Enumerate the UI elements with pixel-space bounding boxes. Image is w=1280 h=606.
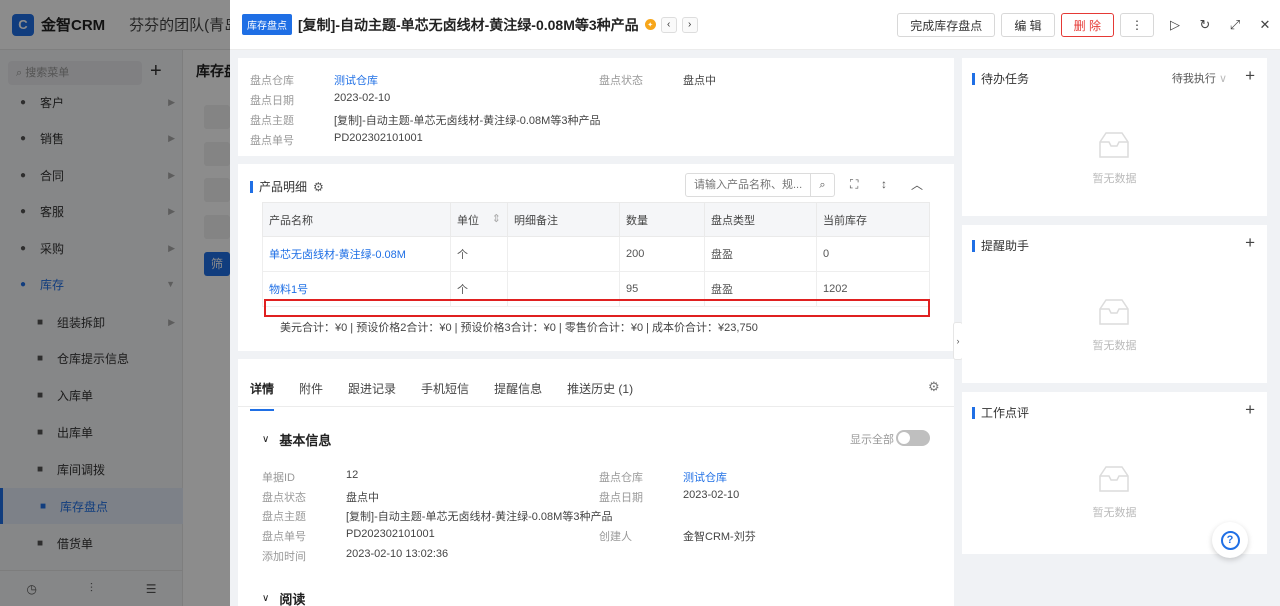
field-label: 盘点单号 bbox=[262, 531, 306, 543]
col-product-name: 产品名称 bbox=[262, 202, 451, 237]
complete-stocktake-button[interactable]: 完成库存盘点 bbox=[897, 13, 996, 37]
show-all-toggle[interactable] bbox=[896, 430, 930, 446]
chevron-down-icon: ∨ bbox=[262, 434, 270, 445]
status-label: 盘点状态 bbox=[599, 75, 643, 87]
prev-record-button[interactable]: ‹ bbox=[660, 16, 677, 33]
warehouse-link[interactable]: 测试仓库 bbox=[334, 75, 378, 87]
record-type-tag: 库存盘点 bbox=[242, 14, 292, 35]
add-icon[interactable]: + bbox=[1245, 233, 1255, 253]
reminder-panel: 提醒助手 + 暂无数据 bbox=[962, 225, 1267, 383]
sort-icon[interactable]: ⇕ bbox=[492, 212, 501, 225]
subject-value: [复制]-自动主题-单芯无卤线材-黄注绿-0.08M等3种产品 bbox=[334, 115, 601, 127]
field-label: 盘点主题 bbox=[262, 511, 306, 523]
col-type: 盘点类型 bbox=[704, 202, 817, 237]
highlight-box bbox=[264, 299, 930, 317]
todo-title: 待办任务 bbox=[972, 70, 1029, 87]
summary-panel: 盘点仓库 测试仓库 盘点状态 盘点中 盘点日期 2023-02-10 盘点主题 … bbox=[238, 58, 954, 156]
number-label: 盘点单号 bbox=[250, 135, 294, 147]
search-icon[interactable]: ⌕ bbox=[810, 174, 834, 196]
cell-unit: 个 bbox=[450, 236, 508, 272]
field-label: 创建人 bbox=[599, 531, 632, 543]
field-value: 12 bbox=[346, 469, 359, 481]
cell-type: 盘盈 bbox=[704, 236, 817, 272]
field-label: 添加时间 bbox=[262, 551, 306, 563]
more-button[interactable]: ⋮ bbox=[1120, 13, 1154, 37]
divider bbox=[238, 406, 954, 407]
add-icon[interactable]: + bbox=[1245, 400, 1255, 420]
reminder-title: 提醒助手 bbox=[972, 237, 1029, 254]
details-panel: 详情 附件 跟进记录 手机短信 提醒信息 推送历史 (1) ⚙ ∨ 基本信息 显… bbox=[238, 359, 954, 606]
drawer-title: [复制]-自动主题-单芯无卤线材-黄注绿-0.08M等3种产品 bbox=[298, 16, 639, 33]
table-row: 单芯无卤线材-黄注绿-0.08M 个 200 盘盈 0 bbox=[262, 236, 930, 272]
chevron-down-icon: ∨ bbox=[262, 593, 270, 604]
status-value: 盘点中 bbox=[683, 75, 716, 87]
product-table: 产品名称 单位 ⇕ 明细备注 数量 盘点类型 当前库存 单芯无卤线材-黄注绿-0.… bbox=[262, 202, 930, 307]
settings-icon[interactable]: ⚙ bbox=[313, 180, 324, 194]
col-qty: 数量 bbox=[619, 202, 705, 237]
next-record-button[interactable]: › bbox=[681, 16, 698, 33]
cell-note bbox=[507, 236, 620, 272]
play-icon[interactable]: ▷ bbox=[1160, 17, 1190, 33]
empty-box-icon bbox=[1099, 132, 1129, 158]
col-note: 明细备注 bbox=[507, 202, 620, 237]
field-value: 盘点中 bbox=[346, 492, 379, 504]
col-unit[interactable]: 单位 ⇕ bbox=[450, 202, 508, 237]
products-panel: 产品明细⚙ ⌕ ⛶ ↕ ︿ 产品名称 单位⇕ 明细备注 数量 盘点类型 当前库存 bbox=[238, 164, 954, 351]
empty-text: 暂无数据 bbox=[1092, 173, 1137, 185]
field-value: 金智CRM-刘芬 bbox=[683, 531, 756, 543]
product-search: ⌕ bbox=[685, 173, 835, 197]
refresh-icon[interactable]: ↻ bbox=[1190, 17, 1220, 33]
field-label: 盘点日期 bbox=[599, 492, 643, 504]
date-label: 盘点日期 bbox=[250, 95, 294, 107]
star-icon[interactable]: ✦ bbox=[644, 19, 656, 30]
empty-box-icon bbox=[1099, 299, 1129, 325]
field-label: 盘点状态 bbox=[262, 492, 306, 504]
todo-filter-select[interactable]: 待我执行 ∨ bbox=[1172, 70, 1227, 86]
cell-qty: 200 bbox=[619, 236, 705, 272]
close-icon[interactable]: ✕ bbox=[1250, 17, 1280, 33]
warehouse-label: 盘点仓库 bbox=[250, 75, 294, 87]
field-value: 2023-02-10 bbox=[683, 489, 740, 501]
chevron-up-icon[interactable]: ︿ bbox=[911, 176, 923, 193]
empty-box-icon bbox=[1099, 466, 1129, 492]
empty-text: 暂无数据 bbox=[1092, 507, 1137, 519]
basic-info-header[interactable]: ∨ 基本信息 bbox=[262, 430, 331, 449]
help-button[interactable]: ? bbox=[1212, 522, 1248, 558]
field-label: 盘点仓库 bbox=[599, 472, 643, 484]
show-all-label: 显示全部 bbox=[850, 434, 894, 446]
field-value: 2023-02-10 13:02:36 bbox=[346, 548, 449, 560]
header-actions: 完成库存盘点 编 辑 删 除 ⋮ ▷ ↻ ⤢ ✕ bbox=[897, 13, 1280, 37]
field-value: [复制]-自动主题-单芯无卤线材-黄注绿-0.08M等3种产品 bbox=[346, 511, 613, 523]
comment-title: 工作点评 bbox=[972, 404, 1029, 421]
question-icon: ? bbox=[1220, 530, 1240, 550]
date-value: 2023-02-10 bbox=[334, 92, 391, 104]
totals-row: 美元合计：¥0 | 预设价格2合计：¥0 | 预设价格3合计：¥0 | 零售价合… bbox=[280, 322, 758, 334]
product-link[interactable]: 单芯无卤线材-黄注绿-0.08M bbox=[269, 249, 406, 261]
delete-button[interactable]: 删 除 bbox=[1060, 13, 1114, 37]
todo-panel: 待办任务 待我执行 ∨ + 暂无数据 bbox=[962, 58, 1267, 216]
expand-icon[interactable]: ⛶ bbox=[850, 177, 858, 192]
warehouse-link[interactable]: 测试仓库 bbox=[683, 472, 727, 484]
product-link[interactable]: 物料1号 bbox=[269, 284, 308, 296]
sort-icon[interactable]: ↕ bbox=[881, 177, 887, 191]
subject-label: 盘点主题 bbox=[250, 115, 294, 127]
settings-icon[interactable]: ⚙ bbox=[928, 379, 940, 395]
edit-button[interactable]: 编 辑 bbox=[1001, 13, 1055, 37]
field-value: PD202302101001 bbox=[346, 528, 435, 540]
drawer-header: 库存盘点 [复制]-自动主题-单芯无卤线材-黄注绿-0.08M等3种产品 ✦ ‹… bbox=[230, 0, 1280, 50]
number-value: PD202302101001 bbox=[334, 132, 423, 144]
chevron-down-icon: ∨ bbox=[1218, 73, 1227, 85]
read-section-header[interactable]: ∨ 阅读 bbox=[262, 589, 305, 606]
detail-drawer: 库存盘点 [复制]-自动主题-单芯无卤线材-黄注绿-0.08M等3种产品 ✦ ‹… bbox=[230, 0, 1280, 606]
field-label: 单据ID bbox=[262, 472, 295, 484]
product-search-input[interactable] bbox=[686, 174, 810, 196]
fullscreen-icon[interactable]: ⤢ bbox=[1220, 17, 1250, 33]
cell-stock: 0 bbox=[816, 236, 930, 272]
col-stock: 当前库存 bbox=[816, 202, 930, 237]
products-section-title: 产品明细 ⚙ bbox=[250, 178, 324, 195]
add-icon[interactable]: + bbox=[1245, 66, 1255, 86]
empty-text: 暂无数据 bbox=[1092, 340, 1137, 352]
